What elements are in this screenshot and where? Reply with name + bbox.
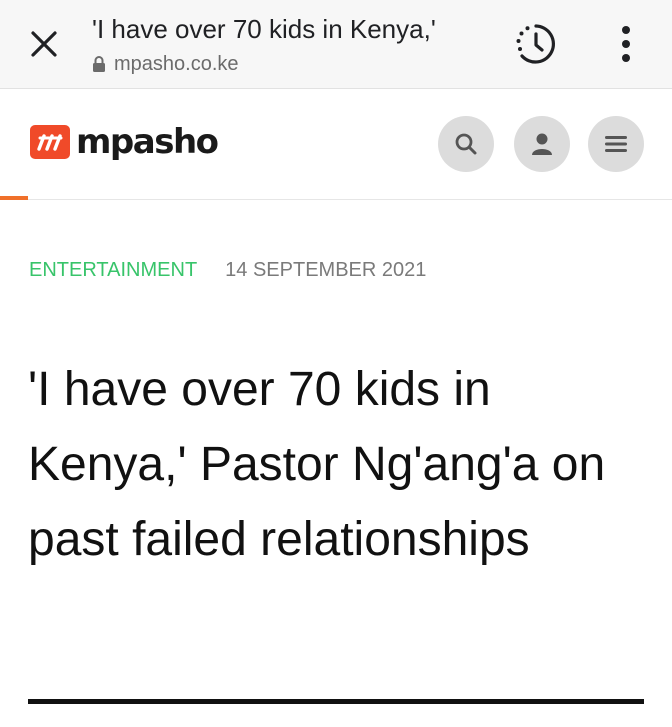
close-icon [31,31,57,57]
logo-mark-icon [30,125,70,159]
browser-toolbar: 'I have over 70 kids in Kenya,' mpasho.c… [0,0,672,89]
history-icon [516,24,555,64]
article-meta: ENTERTAINMENT 14 SEPTEMBER 2021 [29,259,426,282]
publish-date: 14 SEPTEMBER 2021 [225,259,427,281]
hamburger-menu-icon [605,136,627,152]
logo-m-glyph [37,134,63,151]
history-button[interactable] [512,20,560,68]
account-button[interactable] [514,116,570,172]
category-link[interactable]: ENTERTAINMENT [29,259,197,282]
lock-icon [93,56,105,72]
site-logo[interactable]: mpasho [30,119,219,165]
close-tab-button[interactable] [26,26,62,62]
more-options-button[interactable] [608,22,644,66]
user-icon [532,133,552,155]
search-button[interactable] [438,116,494,172]
reading-progress-bar [0,196,28,200]
menu-button[interactable] [588,116,644,172]
logo-text: mpasho [76,122,219,162]
tab-title: 'I have over 70 kids in Kenya,' [92,14,436,44]
address-bar[interactable]: mpasho.co.ke [92,52,239,76]
url-text: mpasho.co.ke [114,52,239,75]
headline-divider [28,699,644,704]
article-headline: 'I have over 70 kids in Kenya,' Pastor N… [28,363,606,566]
site-header: mpasho [0,89,672,200]
vertical-dots-icon [622,26,630,62]
search-icon [455,133,477,155]
